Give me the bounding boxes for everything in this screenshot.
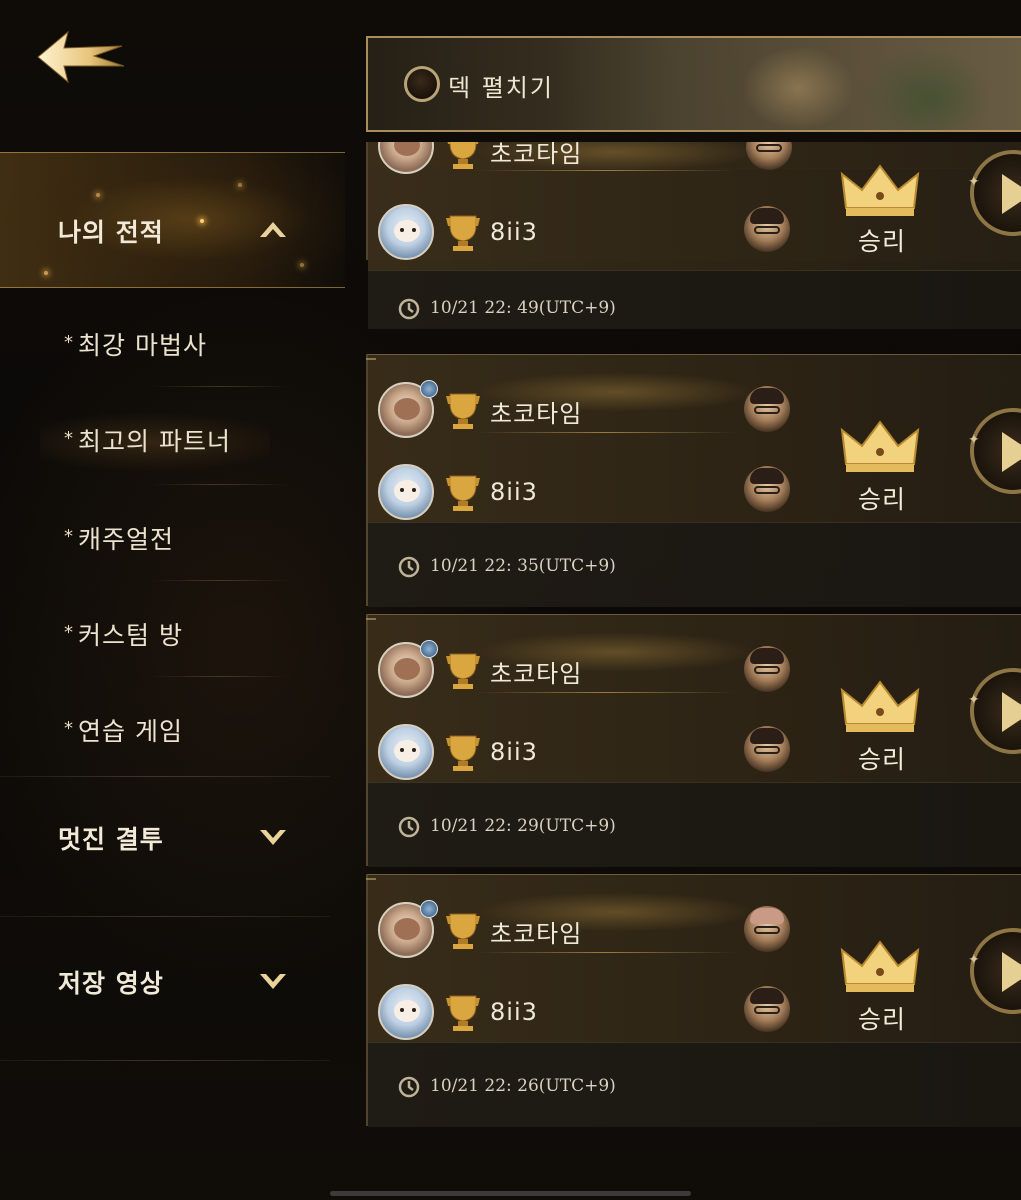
chevron-down-icon <box>260 830 286 845</box>
trophy-icon <box>446 393 480 429</box>
clock-icon <box>398 816 420 838</box>
player1-name: 초코타임 <box>490 660 583 688</box>
match-card[interactable]: 초코타임 8ii3 승리 ✦ 10/21 22: 26(UTC+9) <box>366 874 1021 1127</box>
star-icon: * <box>64 428 74 449</box>
player2-hero <box>744 466 790 512</box>
nav-item-custom-room[interactable]: * 커스텀 방 <box>0 606 345 666</box>
crown-icon <box>840 940 920 992</box>
match-history-screen: 나의 전적 * 최강 마법사 * 최고의 파트너 * 캐주얼전 * 커스텀 방 * 연습 … <box>0 0 1021 1200</box>
match-result: 승리 <box>858 745 907 774</box>
nav-item-best-partner[interactable]: * 최고의 파트너 <box>0 412 345 472</box>
trophy-icon <box>446 215 480 251</box>
player1-hero <box>744 906 790 952</box>
nav-section-awesome-duel[interactable]: 멋진 결투 <box>0 810 345 870</box>
match-time: 10/21 22: 29(UTC+9) <box>430 816 616 836</box>
trophy-icon <box>446 913 480 949</box>
clock-icon <box>398 298 420 320</box>
divider <box>0 776 330 777</box>
home-indicator <box>330 1191 691 1196</box>
nav-item-label: 연습 게임 <box>78 717 183 746</box>
play-icon <box>1002 174 1021 214</box>
match-result: 승리 <box>858 227 907 256</box>
chevron-up-icon <box>260 222 286 237</box>
player2-hero <box>744 986 790 1032</box>
nav-item-strongest-wizard[interactable]: * 최강 마법사 <box>0 316 345 376</box>
star-icon: * <box>64 332 74 353</box>
nav-item-practice[interactable]: * 연습 게임 <box>0 702 345 762</box>
player2-hero <box>744 726 790 772</box>
nav-item-label: 캐주얼전 <box>78 525 175 554</box>
nav-item-casual[interactable]: * 캐주얼전 <box>0 510 345 570</box>
nav-item-label: 최고의 파트너 <box>78 427 231 456</box>
deck-expand-bar[interactable]: 덱 펼치기 <box>366 36 1021 132</box>
player1-name: 초코타임 <box>490 400 583 428</box>
crown-icon <box>840 420 920 472</box>
player2-avatar <box>378 724 434 780</box>
player2-name: 8ii3 <box>490 738 538 766</box>
match-card[interactable]: 초코타임 8ii3 승리 ✦ 10/21 22: 35(UTC+9) <box>366 354 1021 607</box>
nav-section-my-record[interactable]: 나의 전적 <box>0 152 345 288</box>
crown-icon <box>840 164 920 216</box>
crown-icon <box>840 680 920 732</box>
chevron-down-icon <box>260 974 286 989</box>
back-button[interactable] <box>34 26 126 88</box>
nav-section-label: 멋진 결투 <box>58 825 164 854</box>
match-time: 10/21 22: 26(UTC+9) <box>430 1076 616 1096</box>
star-icon: * <box>64 622 74 643</box>
star-icon: * <box>64 718 74 739</box>
rank-badge-icon <box>420 380 438 398</box>
play-icon <box>1002 692 1021 732</box>
clock-icon <box>398 1076 420 1098</box>
divider <box>150 580 290 581</box>
nav-item-label: 최강 마법사 <box>78 331 207 360</box>
deck-banner-art <box>548 38 1021 130</box>
divider <box>150 386 290 387</box>
trophy-icon <box>446 735 480 771</box>
match-result: 승리 <box>858 1005 907 1034</box>
match-time: 10/21 22: 49(UTC+9) <box>430 298 616 318</box>
deck-label: 덱 펼치기 <box>448 74 554 102</box>
player2-name: 8ii3 <box>490 478 538 506</box>
player2-name: 8ii3 <box>490 218 538 246</box>
player1-name: 초코타임 <box>490 920 583 948</box>
clock-icon <box>398 556 420 578</box>
player1-hero <box>744 646 790 692</box>
rank-badge-icon <box>420 900 438 918</box>
trophy-icon <box>446 653 480 689</box>
match-list[interactable]: 초코타임 8ii3 초코타임 8ii3 승리 ✦ 10/2 <box>366 142 1021 1200</box>
trophy-icon <box>446 995 480 1031</box>
back-arrow-icon <box>37 30 125 84</box>
player1-hero <box>744 386 790 432</box>
star-icon: * <box>64 526 74 547</box>
match-time: 10/21 22: 35(UTC+9) <box>430 556 616 576</box>
player2-hero <box>744 206 790 252</box>
rank-badge-icon <box>420 640 438 658</box>
play-icon <box>1002 952 1021 992</box>
match-card[interactable]: 초코타임 8ii3 승리 ✦ 10/21 22: 29(UTC+9) <box>366 614 1021 867</box>
trophy-icon <box>446 475 480 511</box>
match-result: 승리 <box>858 485 907 514</box>
player2-avatar <box>378 464 434 520</box>
nav-item-label: 커스텀 방 <box>78 621 183 650</box>
divider <box>0 916 330 917</box>
nav-section-saved-video[interactable]: 저장 영상 <box>0 954 345 1014</box>
player2-name: 8ii3 <box>490 998 538 1026</box>
divider <box>150 484 290 485</box>
player2-avatar <box>378 204 434 260</box>
deck-toggle-radio[interactable] <box>404 66 440 102</box>
player2-avatar <box>378 984 434 1040</box>
divider <box>0 1060 330 1061</box>
nav-section-label: 나의 전적 <box>58 218 164 247</box>
trophy-icon <box>447 142 479 169</box>
match-card[interactable]: 초코타임 8ii3 승리 ✦ 10/21 22: 49(UTC+9) <box>366 142 1021 329</box>
play-icon <box>1002 432 1021 472</box>
nav-section-label: 저장 영상 <box>58 969 164 998</box>
divider <box>150 676 290 677</box>
player1-name: 초코타임 <box>490 142 583 168</box>
